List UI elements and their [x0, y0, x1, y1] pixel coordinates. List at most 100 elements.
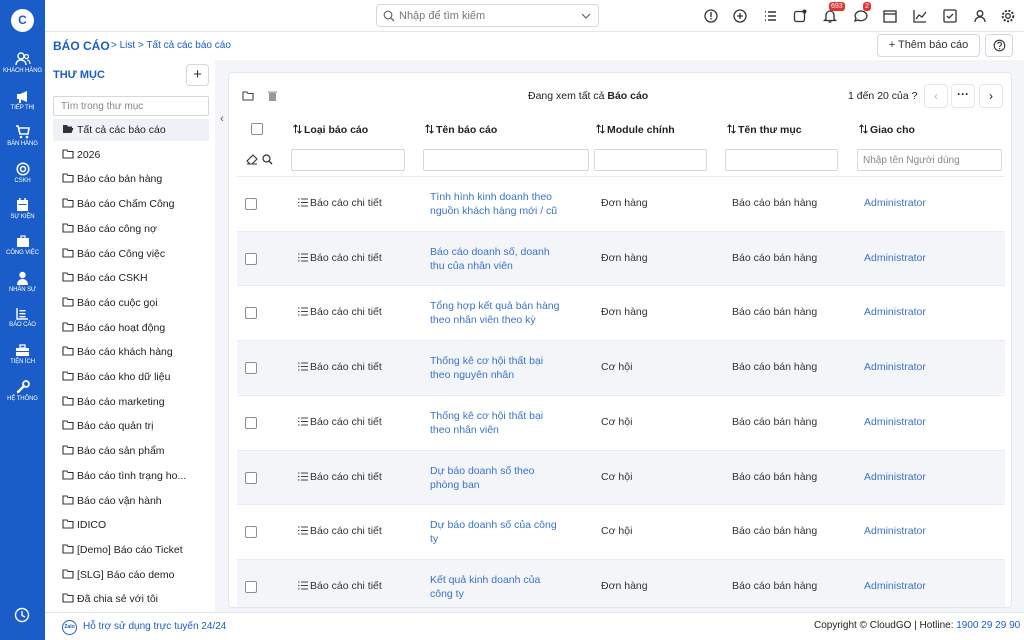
table-row[interactable]: Báo cáo chi tiết Tổng hợp kết quả bán hàn… — [237, 285, 1005, 339]
table-row[interactable]: Báo cáo chi tiết Dự báo doanh số theo phò… — [237, 449, 1005, 504]
folder-item[interactable]: 2026 — [53, 144, 209, 166]
table-row[interactable]: Báo cáo chi tiết Thống kê cơ hội thất bại… — [237, 394, 1005, 449]
folder-search-input[interactable] — [53, 96, 209, 116]
breadcrumb-path[interactable]: > List > Tất cả các báo cáo — [111, 40, 231, 51]
folder-item[interactable]: IDICO — [53, 514, 209, 536]
search-icon[interactable] — [262, 154, 273, 165]
cell-assignee[interactable]: Administrator — [864, 252, 926, 264]
filter-module-input[interactable] — [594, 149, 707, 171]
list-icon[interactable] — [762, 8, 778, 24]
folder-item[interactable]: Đã chia sẻ với tôi — [53, 588, 209, 610]
nav-item-sales[interactable]: BÁN HÀNG — [0, 125, 45, 147]
plus-circle-icon[interactable] — [732, 8, 748, 24]
global-search[interactable] — [376, 4, 599, 27]
delete-button[interactable] — [261, 85, 283, 107]
column-header-folder[interactable]: Tên thư mục — [727, 124, 802, 136]
cell-assignee[interactable]: Administrator — [864, 361, 926, 373]
table-row[interactable]: Báo cáo chi tiết Dự báo doanh số của công… — [237, 504, 1005, 558]
cell-report-name[interactable]: Thống kê cơ hội thất bại theo nguyên nhâ… — [430, 354, 565, 382]
folder-item[interactable]: Báo cáo hoạt động — [53, 317, 209, 339]
select-all-checkbox[interactable] — [251, 123, 263, 135]
app-logo[interactable]: C — [11, 9, 34, 32]
column-header-assignee[interactable]: Giao cho — [859, 124, 915, 136]
cell-report-name[interactable]: Dự báo doanh số theo phòng ban — [430, 464, 565, 492]
clock-icon[interactable] — [14, 607, 30, 623]
table-row[interactable]: Báo cáo chi tiết Báo cáo doanh số, doanh … — [237, 230, 1005, 285]
folder-item[interactable]: Báo cáo tình trạng ho... — [53, 465, 209, 487]
filter-folder-input[interactable] — [725, 149, 838, 171]
checkbox-icon[interactable] — [942, 8, 958, 24]
folder-item[interactable]: Báo cáo marketing — [53, 391, 209, 413]
cell-assignee[interactable]: Administrator — [864, 416, 926, 428]
gear-icon[interactable] — [1000, 8, 1016, 24]
table-row[interactable]: Báo cáo chi tiết Tình hình kinh doanh the… — [237, 176, 1005, 230]
folder-item[interactable]: Báo cáo khách hàng — [53, 341, 209, 363]
folder-item[interactable]: Báo cáo kho dữ liệu — [53, 366, 209, 388]
column-header-module[interactable]: Module chính — [596, 124, 675, 136]
nav-item-reports[interactable]: BÁO CÁO — [0, 307, 45, 328]
row-checkbox[interactable] — [245, 252, 257, 265]
chart-icon[interactable] — [912, 8, 928, 24]
hotline-link[interactable]: 1900 29 29 90 — [956, 620, 1020, 631]
folder-item[interactable]: Báo cáo Chấm Công — [53, 193, 209, 215]
eraser-icon[interactable] — [246, 154, 258, 165]
add-folder-button[interactable]: + — [186, 64, 209, 86]
folder-item[interactable]: Báo cáo vận hành — [53, 490, 209, 512]
cell-assignee[interactable]: Administrator — [864, 197, 926, 209]
folder-item[interactable]: Báo cáo sản phẩm — [53, 440, 209, 462]
search-input[interactable] — [399, 8, 579, 24]
next-page-button[interactable]: › — [979, 84, 1003, 108]
folder-item[interactable]: Báo cáo quản trị — [53, 415, 209, 437]
cell-report-name[interactable]: Thống kê cơ hội thất bại theo nhân viên — [430, 409, 565, 437]
filter-name-input[interactable] — [423, 149, 589, 171]
table-row[interactable]: Báo cáo chi tiết Thống kê cơ hội thất bại… — [237, 340, 1005, 395]
row-checkbox[interactable] — [245, 580, 257, 593]
folder-item[interactable]: Báo cáo Công việc — [53, 243, 209, 265]
info-icon[interactable] — [703, 8, 719, 24]
column-header-name[interactable]: Tên báo cáo — [425, 124, 497, 136]
user-icon[interactable] — [972, 8, 988, 24]
cell-assignee[interactable]: Administrator — [864, 306, 926, 318]
notifications[interactable]: 693 — [822, 2, 845, 24]
folder-item[interactable]: [Demo] Báo cáo Ticket — [53, 539, 209, 561]
nav-item-hr[interactable]: NHÂN SỰ — [0, 271, 45, 293]
folder-item[interactable]: [SLG] Báo cáo demo — [53, 564, 209, 586]
more-actions-button[interactable]: ··· — [951, 84, 975, 108]
cell-assignee[interactable]: Administrator — [864, 525, 926, 537]
cell-report-name[interactable]: Báo cáo doanh số, doanh thu của nhân viê… — [430, 245, 565, 273]
filter-assignee-input[interactable] — [857, 149, 1002, 171]
chevron-down-icon[interactable] — [581, 13, 591, 19]
folder-item[interactable]: Tất cả các báo cáo — [53, 119, 209, 141]
cell-assignee[interactable]: Administrator — [864, 580, 926, 592]
paging-info[interactable]: 1 đến 20 của ? — [848, 90, 917, 102]
cell-assignee[interactable]: Administrator — [864, 471, 926, 483]
nav-item-system[interactable]: HỆ THỐNG — [0, 380, 45, 402]
prev-page-button[interactable]: ‹ — [924, 84, 948, 108]
row-checkbox[interactable] — [245, 526, 257, 539]
support-link[interactable]: Hỗ trợ sử dụng trực tuyến 24/24 — [83, 621, 226, 632]
row-checkbox[interactable] — [245, 416, 257, 429]
nav-item-events[interactable]: SỰ KIỆN — [0, 198, 45, 220]
collapse-panel-button[interactable]: ‹ — [215, 108, 229, 130]
cell-report-name[interactable]: Tình hình kinh doanh theo nguồn khách hà… — [430, 190, 565, 218]
zalo-icon[interactable]: Zalo — [62, 620, 77, 635]
help-button[interactable] — [985, 34, 1013, 57]
cell-report-name[interactable]: Kết quả kinh doanh của công ty — [430, 573, 565, 601]
breadcrumb-module[interactable]: BÁO CÁO — [53, 39, 110, 53]
folder-item[interactable]: Báo cáo CSKH — [53, 267, 209, 289]
folder-item[interactable]: Báo cáo bán hàng — [53, 168, 209, 190]
table-row[interactable]: Báo cáo chi tiết Kết quả kinh doanh của c… — [237, 558, 1005, 607]
nav-item-customers[interactable]: KHÁCH HÀNG — [0, 52, 45, 74]
nav-item-utilities[interactable]: TIỆN ÍCH — [0, 344, 45, 365]
filter-type-input[interactable] — [291, 149, 405, 171]
row-checkbox[interactable] — [245, 307, 257, 320]
calendar-icon[interactable] — [882, 8, 898, 24]
nav-item-marketing[interactable]: TIẾP THỊ — [0, 90, 45, 111]
nav-item-tasks[interactable]: CÔNG VIỆC — [0, 235, 45, 256]
nav-item-support[interactable]: CSKH — [0, 162, 45, 184]
folder-item[interactable]: Báo cáo cuộc gọi — [53, 292, 209, 314]
cell-report-name[interactable]: Dự báo doanh số của công ty — [430, 518, 565, 546]
messages[interactable]: 2 — [853, 2, 871, 24]
refresh-icon[interactable] — [792, 8, 808, 24]
column-header-type[interactable]: Loại báo cáo — [293, 124, 368, 136]
